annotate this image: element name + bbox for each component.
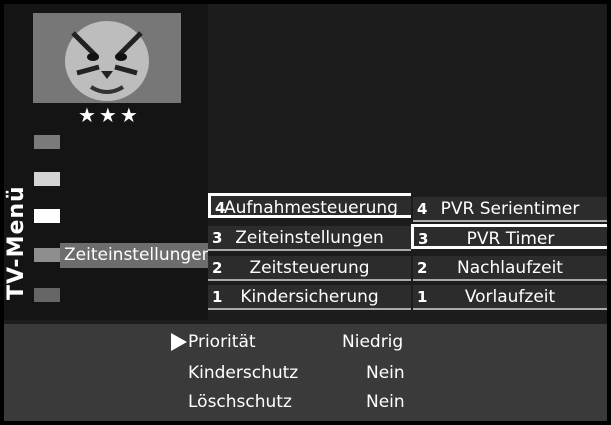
setting-label-prioritaet[interactable]: Priorität xyxy=(188,332,256,352)
menu-item-aufnahmesteuerung[interactable]: 4 Aufnahmesteuerung xyxy=(208,193,411,218)
menu-item-zeiteinstellungen[interactable]: 3 Zeiteinstellungen xyxy=(208,226,411,251)
menu-item-label: Kindersicherung xyxy=(240,287,379,307)
setting-value-prioritaet[interactable]: Niedrig xyxy=(342,332,403,352)
menu-item-label: Vorlaufzeit xyxy=(464,287,556,307)
menu-item-label: PVR Timer xyxy=(466,229,555,249)
menu-item-nachlaufzeit[interactable]: 2 Nachlaufzeit xyxy=(413,256,607,281)
focus-arrow-icon xyxy=(171,333,187,351)
menu-item-number: 1 xyxy=(212,288,223,306)
menu-item-label: Zeitsteuerung xyxy=(249,258,370,278)
sidebar-active-label[interactable]: Zeiteinstellungen xyxy=(60,243,217,268)
menu-item-label: Zeiteinstellungen xyxy=(235,228,384,248)
menu-item-number: 1 xyxy=(417,288,428,306)
menu-item-kindersicherung[interactable]: 1 Kindersicherung xyxy=(208,285,411,310)
menu-item-label: Nachlaufzeit xyxy=(457,258,563,278)
rating-stars: ★★★ xyxy=(78,103,141,127)
menu-item-zeitsteuerung[interactable]: 2 Zeitsteuerung xyxy=(208,256,411,281)
settings-panel xyxy=(4,324,607,421)
menu-item-vorlaufzeit[interactable]: 1 Vorlaufzeit xyxy=(413,285,607,310)
sidebar-block-1[interactable] xyxy=(34,135,60,149)
sidebar-block-2[interactable] xyxy=(34,172,60,186)
video-preview-thumbnail xyxy=(33,13,181,103)
sidebar-block-5[interactable] xyxy=(34,288,60,302)
setting-value-loeschschutz[interactable]: Nein xyxy=(366,392,405,412)
setting-label-kinderschutz[interactable]: Kinderschutz xyxy=(188,363,298,383)
menu-item-number: 3 xyxy=(212,229,223,247)
menu-item-label: Aufnahmesteuerung xyxy=(224,198,398,218)
sidebar-block-3[interactable] xyxy=(34,209,60,223)
menu-item-number: 4 xyxy=(215,199,226,217)
menu-item-pvr-timer[interactable]: 3 PVR Timer xyxy=(411,224,607,249)
setting-label-loeschschutz[interactable]: Löschschutz xyxy=(188,392,292,412)
menu-item-number: 3 xyxy=(418,230,429,248)
menu-item-number: 2 xyxy=(417,259,428,277)
tiger-image-icon xyxy=(33,13,181,103)
menu-item-pvr-serientimer[interactable]: 4 PVR Serientimer xyxy=(413,197,607,222)
sidebar-block-4-active[interactable] xyxy=(34,248,60,262)
menu-item-number: 4 xyxy=(417,200,428,218)
menu-title-vertical: TV-Menü xyxy=(4,185,29,300)
menu-item-number: 2 xyxy=(212,259,223,277)
setting-value-kinderschutz[interactable]: Nein xyxy=(366,363,405,383)
menu-item-label: PVR Serientimer xyxy=(440,199,580,219)
